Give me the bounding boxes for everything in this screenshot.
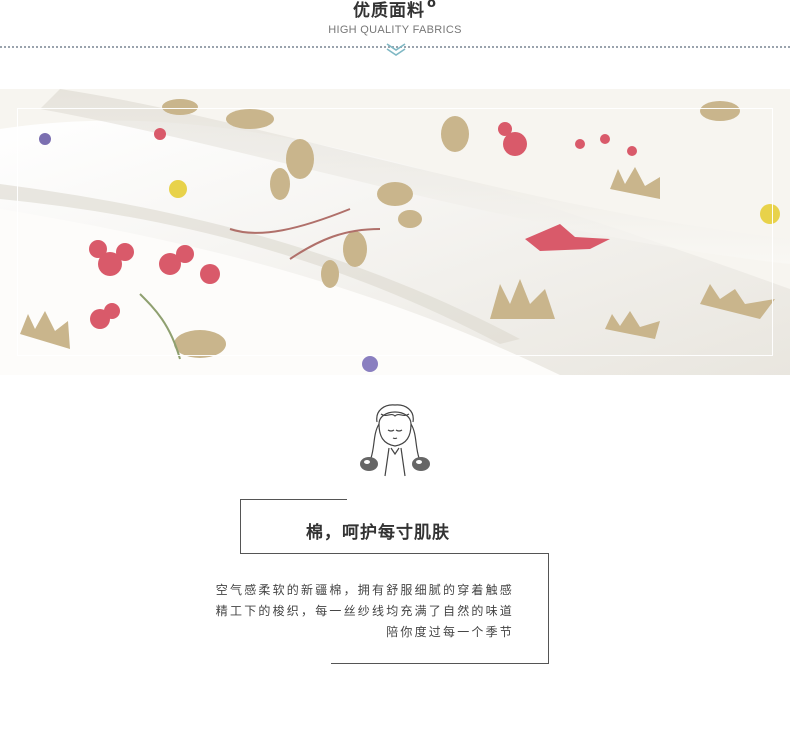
section-heading: 棉，呵护每寸肌肤 — [306, 523, 450, 543]
girl-illustration-icon — [360, 404, 430, 477]
frame-top-line — [240, 499, 347, 500]
description-text: 空气感柔软的新疆棉，拥有舒服细腻的穿着触感 精工下的梭织，每一丝纱线均充满了自然… — [216, 580, 514, 643]
fabric-photo — [0, 89, 790, 375]
photo-frame — [17, 108, 773, 356]
frame-bottom-line-2 — [331, 663, 549, 664]
section-title: 优质面料 o — [0, 0, 790, 21]
frame-right-line — [548, 554, 549, 664]
chevron-down-icon — [386, 43, 406, 56]
title-mark: o — [427, 0, 437, 11]
section-title-text: 优质面料 — [353, 1, 426, 21]
frame-bottom-line — [240, 553, 549, 554]
description-line-1: 空气感柔软的新疆棉，拥有舒服细腻的穿着触感 — [215, 583, 514, 597]
description-line-3: 陪你度过每一个季节 — [386, 625, 514, 639]
description-line-2: 精工下的梭织，每一丝纱线均充满了自然的味道 — [215, 604, 514, 618]
section-subtitle: HIGH QUALITY FABRICS — [328, 24, 462, 36]
